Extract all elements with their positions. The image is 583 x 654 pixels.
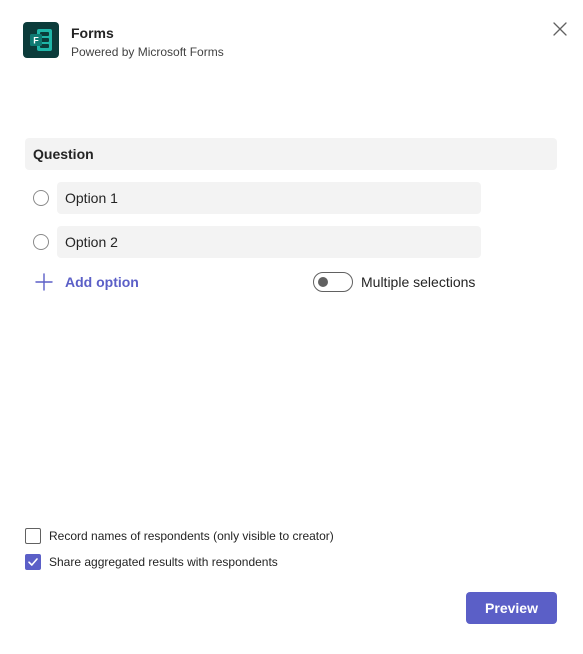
share-results-checkbox[interactable]: [25, 554, 41, 570]
add-option-label: Add option: [65, 274, 139, 290]
share-results-label: Share aggregated results with respondent…: [49, 555, 278, 569]
dialog-header: F Forms Powered by Microsoft Forms: [23, 22, 224, 60]
option-input-2[interactable]: Option 2: [57, 226, 481, 258]
multiple-selections-setting: Multiple selections: [313, 272, 475, 292]
question-input[interactable]: Question: [25, 138, 557, 170]
checkmark-icon: [28, 558, 38, 566]
add-option-button[interactable]: Add option: [35, 272, 139, 292]
option-radio-2: [33, 234, 49, 250]
option-label-2: Option 2: [65, 234, 118, 250]
toggle-knob: [318, 277, 328, 287]
plus-icon: [35, 273, 53, 291]
close-button[interactable]: [550, 19, 570, 39]
app-subtitle: Powered by Microsoft Forms: [71, 45, 224, 59]
question-placeholder: Question: [33, 146, 94, 162]
header-text: Forms Powered by Microsoft Forms: [71, 24, 224, 60]
option-label-1: Option 1: [65, 190, 118, 206]
multiple-selections-label: Multiple selections: [361, 274, 476, 290]
option-radio-1: [33, 190, 49, 206]
forms-app-icon: F: [23, 22, 59, 58]
preview-button[interactable]: Preview: [466, 592, 557, 624]
multiple-selections-toggle[interactable]: [313, 272, 353, 292]
svg-text:F: F: [33, 36, 39, 46]
close-icon: [553, 22, 567, 36]
share-results-setting: Share aggregated results with respondent…: [25, 553, 278, 571]
option-input-1[interactable]: Option 1: [57, 182, 481, 214]
app-title: Forms: [71, 25, 114, 41]
option-row-2: Option 2: [33, 226, 481, 258]
record-names-label: Record names of respondents (only visibl…: [49, 529, 334, 543]
record-names-checkbox[interactable]: [25, 528, 41, 544]
option-row-1: Option 1: [33, 182, 481, 214]
record-names-setting: Record names of respondents (only visibl…: [25, 527, 334, 545]
